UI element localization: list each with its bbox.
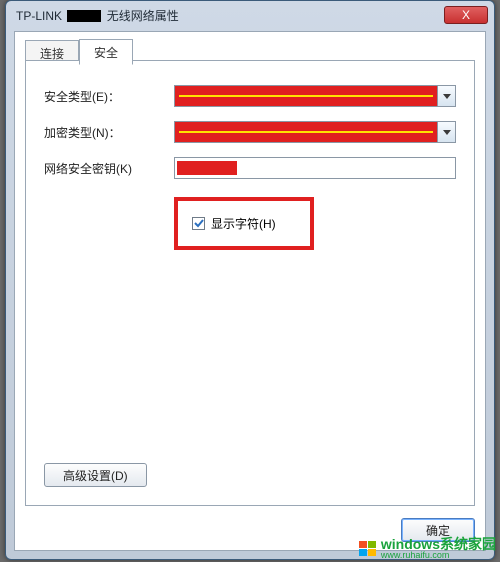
chevron-down-icon	[443, 130, 451, 135]
row-network-key: 网络安全密钥(K)	[44, 157, 456, 179]
title-prefix: TP-LINK	[16, 9, 62, 23]
advanced-settings-label: 高级设置(D)	[63, 469, 128, 483]
encryption-type-dropdown-arrow[interactable]	[437, 122, 455, 142]
chevron-down-icon	[443, 94, 451, 99]
close-button[interactable]: X	[444, 6, 488, 24]
client-area: 连接 安全 安全类型(E)： 加密类型(N)：	[14, 31, 486, 551]
title-suffix: 无线网络属性	[107, 9, 179, 23]
ok-button-label: 确定	[426, 524, 450, 538]
tab-security[interactable]: 安全	[79, 39, 133, 65]
titlebar[interactable]: TP-LINK 无线网络属性 X	[6, 1, 494, 29]
ok-button[interactable]: 确定	[401, 518, 475, 542]
tab-security-label: 安全	[94, 46, 118, 60]
security-panel: 安全类型(E)： 加密类型(N)： 网络安全密钥(K	[25, 60, 475, 506]
ssid-redacted	[67, 10, 101, 22]
advanced-settings-button[interactable]: 高级设置(D)	[44, 463, 147, 487]
encryption-type-value-redacted	[175, 122, 437, 142]
row-encryption-type: 加密类型(N)：	[44, 121, 456, 143]
network-key-label: 网络安全密钥(K)	[44, 160, 174, 177]
check-icon	[194, 219, 204, 228]
security-type-label: 安全类型(E)：	[44, 88, 174, 105]
security-type-combo[interactable]	[174, 85, 456, 107]
tab-connect-label: 连接	[40, 47, 64, 61]
security-type-value-redacted	[175, 86, 437, 106]
row-security-type: 安全类型(E)：	[44, 85, 456, 107]
show-characters-highlight: 显示字符(H)	[174, 197, 314, 250]
encryption-type-combo[interactable]	[174, 121, 456, 143]
show-characters-checkbox[interactable]	[192, 217, 205, 230]
show-characters-label: 显示字符(H)	[211, 215, 276, 232]
close-icon: X	[462, 8, 470, 22]
security-type-dropdown-arrow[interactable]	[437, 86, 455, 106]
network-key-input[interactable]	[174, 157, 456, 179]
dialog-window: TP-LINK 无线网络属性 X 连接 安全 安全类型(E)：	[5, 0, 495, 560]
encryption-type-label: 加密类型(N)：	[44, 124, 174, 141]
dialog-footer: 确定	[401, 518, 475, 542]
window-title: TP-LINK 无线网络属性	[16, 7, 444, 24]
network-key-value-redacted	[177, 161, 237, 175]
